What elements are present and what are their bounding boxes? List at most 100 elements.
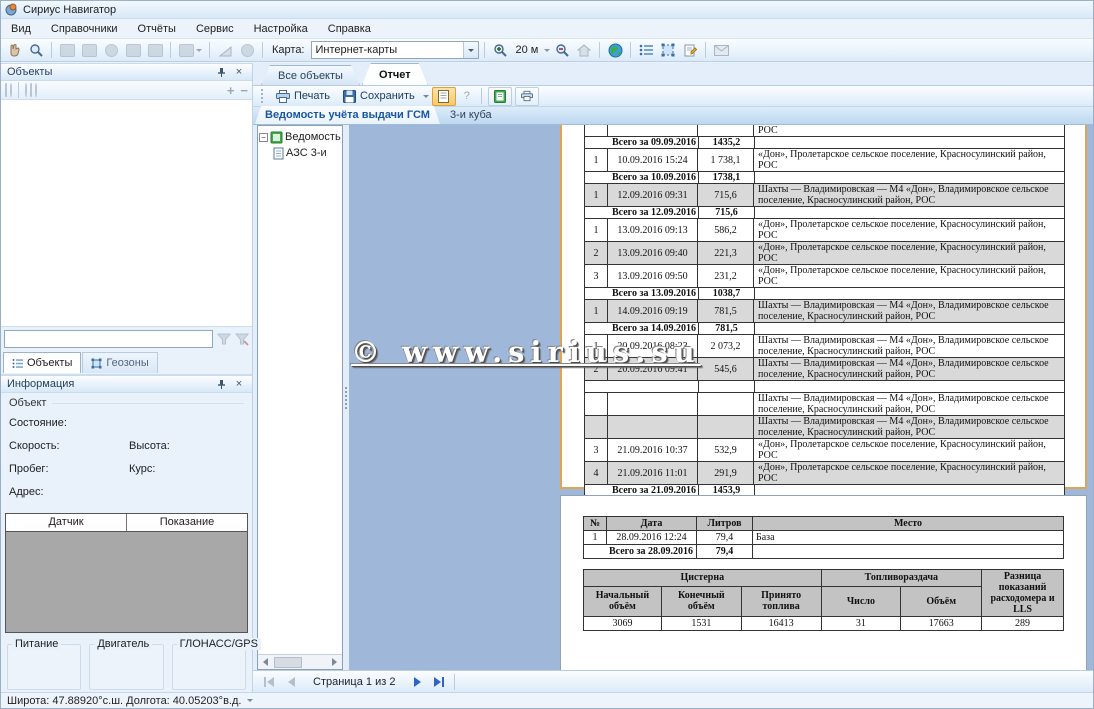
save-button[interactable]: Сохранить — [338, 87, 420, 106]
clear-filter-icon[interactable] — [235, 332, 249, 346]
save-options-caret[interactable] — [423, 95, 429, 98]
remove-object-button[interactable]: − — [240, 83, 248, 98]
zoom-in-icon[interactable] — [490, 41, 510, 60]
map-select-caret[interactable] — [463, 42, 478, 58]
report-cell: 2 073,2 — [698, 335, 754, 357]
menu-spravochniki[interactable]: Справочники — [41, 21, 128, 37]
report-cell: 3 — [585, 265, 608, 287]
last-page-button[interactable] — [429, 673, 449, 691]
zoom-tool-icon[interactable] — [26, 41, 46, 60]
menu-vid[interactable]: Вид — [1, 21, 41, 37]
cell-n: 1 — [584, 531, 607, 545]
group-header-difference: Разница показаний расходомера и LLS — [982, 570, 1064, 617]
report-cell: 10.09.2016 15:24 — [608, 149, 698, 171]
map-select[interactable]: Интернет-карты — [311, 41, 479, 59]
help-button[interactable]: ? — [459, 87, 475, 106]
report-cell: 2 — [585, 242, 608, 264]
home-icon[interactable] — [574, 41, 594, 60]
report-cell: 1 — [585, 149, 608, 171]
area-measure-icon[interactable] — [237, 41, 257, 60]
report-cell: «Дон», Пролетарское сельское поселение, … — [754, 149, 1064, 171]
report-row: 313.09.2016 09:50231,2«Дон», Пролетарско… — [585, 265, 1064, 288]
value-volume: 17663 — [901, 617, 982, 631]
notes-icon[interactable] — [680, 41, 700, 60]
tree-item-azs[interactable]: АЗС 3-и — [259, 145, 341, 161]
table-values-row: 3069 1531 16413 31 17663 289 — [584, 617, 1064, 631]
info-panel-header: Информация × — [1, 375, 252, 393]
collapse-icon[interactable]: − — [259, 133, 268, 142]
value-received: 16413 — [741, 617, 821, 631]
pin-icon[interactable] — [214, 65, 228, 79]
select-rect-icon[interactable] — [57, 41, 77, 60]
first-page-button[interactable] — [259, 673, 279, 691]
filter-icon[interactable] — [217, 332, 231, 346]
report-cell — [755, 381, 1064, 392]
tab-geozones[interactable]: Геозоны — [82, 352, 157, 373]
pan-hand-icon[interactable] — [4, 41, 24, 60]
globe-icon[interactable] — [605, 41, 625, 60]
value-count: 31 — [821, 617, 901, 631]
report-cell — [608, 393, 698, 415]
zoom-level-value[interactable]: 20 м — [512, 44, 543, 56]
scroll-left-arrow[interactable] — [258, 655, 273, 669]
report-cell — [755, 207, 1064, 218]
object-filter-input[interactable] — [4, 330, 213, 348]
globe-gray-icon[interactable] — [25, 84, 27, 96]
page-setup-button[interactable] — [515, 87, 539, 106]
close-icon[interactable]: × — [232, 65, 246, 79]
tab-gsm-report[interactable]: Ведомость учёта выдачи ГСМ — [255, 106, 440, 124]
select-square-icon[interactable] — [123, 41, 143, 60]
scrollbar-thumb[interactable] — [274, 657, 302, 668]
close-icon[interactable]: × — [232, 377, 246, 391]
zoom-out-icon[interactable] — [552, 41, 572, 60]
tab-objects[interactable]: Объекты — [3, 352, 81, 373]
select-circle-icon[interactable] — [101, 41, 121, 60]
select-polygon-icon[interactable] — [79, 41, 99, 60]
tab-3i-kuba[interactable]: 3-и куба — [440, 106, 502, 124]
previous-page-button[interactable] — [281, 673, 301, 691]
menu-nastroyka[interactable]: Настройка — [244, 21, 318, 37]
bounds-icon[interactable] — [658, 41, 678, 60]
ruler-icon[interactable] — [215, 41, 235, 60]
layers-dropdown-icon[interactable] — [176, 41, 204, 60]
col-header-n: № — [584, 517, 607, 531]
object-list-icon[interactable] — [636, 41, 656, 60]
objects-list[interactable] — [1, 100, 252, 327]
add-object-button[interactable]: + — [227, 83, 235, 98]
tree-item-vedomost[interactable]: − Ведомость — [259, 129, 341, 145]
flag-icon[interactable] — [145, 41, 165, 60]
sensor-table-body[interactable] — [6, 532, 247, 632]
scroll-right-arrow[interactable] — [327, 655, 342, 669]
address-label: Адрес: — [9, 486, 129, 498]
menu-otchety[interactable]: Отчёты — [128, 21, 186, 37]
link-icon[interactable] — [10, 84, 12, 96]
report-cell: 1738,1 — [699, 172, 755, 183]
value-difference: 289 — [982, 617, 1064, 631]
tab-report[interactable]: Отчет — [362, 63, 428, 85]
parameters-button[interactable] — [488, 87, 512, 106]
report-cell: Всего за 13.09.2016 — [585, 288, 699, 299]
tab-all-objects[interactable]: Все объекты — [261, 65, 360, 85]
toolbar-separator — [209, 42, 210, 58]
save-icon — [343, 90, 356, 103]
truck-icon[interactable] — [30, 84, 32, 96]
report-viewer[interactable]: РОСВсего за 09.09.20161435,2110.09.2016 … — [349, 125, 1093, 670]
document-map-toggle[interactable] — [432, 87, 456, 106]
mail-icon[interactable] — [711, 41, 731, 60]
report-cell: 1 — [585, 300, 608, 322]
pin-icon[interactable] — [214, 377, 228, 391]
menu-spravka[interactable]: Справка — [318, 21, 381, 37]
tree-horizontal-scrollbar[interactable] — [258, 654, 342, 669]
next-page-button[interactable] — [407, 673, 427, 691]
page-indicator: Страница 1 из 2 — [303, 676, 405, 688]
left-tab-strip: Объекты Геозоны — [1, 350, 252, 375]
report-row: Шахты — Владимировская — М4 «Дон», Влади… — [585, 393, 1064, 416]
vehicle-icon[interactable] — [5, 84, 7, 96]
menu-servis[interactable]: Сервис — [186, 21, 244, 37]
status-options-caret[interactable] — [247, 699, 253, 702]
print-button[interactable]: Печать — [271, 87, 335, 106]
zoom-level-caret[interactable] — [544, 49, 550, 52]
report-cell: «Дон», Пролетарское сельское поселение, … — [754, 462, 1064, 484]
toolbar-grip[interactable] — [261, 89, 264, 103]
sphere-icon[interactable] — [35, 84, 37, 96]
